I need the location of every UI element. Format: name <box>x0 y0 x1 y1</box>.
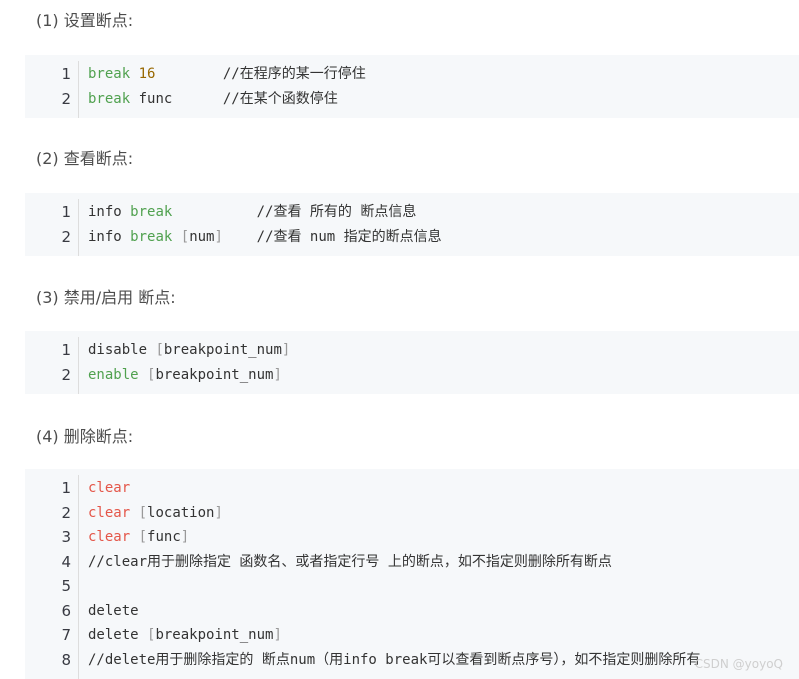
section-heading: (3) 禁用/启用 断点: <box>36 288 176 307</box>
code-token: delete <box>88 627 148 643</box>
code-text: clear [func] <box>88 525 189 549</box>
code-text: info break //查看 所有的 断点信息 <box>88 200 416 224</box>
code-text: info break [num] //查看 num 指定的断点信息 <box>88 225 442 249</box>
code-token: //delete用于删除指定的 断点num（用info break可以查看到断点… <box>88 651 701 668</box>
code-token: enable <box>88 366 139 383</box>
code-token: //查看 所有的 断点信息 <box>172 204 417 220</box>
code-token: disable <box>88 342 156 358</box>
code-token: breakpoint_num <box>163 342 282 358</box>
code-token: breakpoint_num <box>155 627 274 643</box>
line-number: 1 <box>61 479 71 497</box>
code-text: delete <box>88 599 139 623</box>
code-text: delete [breakpoint_num] <box>88 623 282 647</box>
line-number: 1 <box>61 341 71 359</box>
code-token: [ <box>138 504 148 521</box>
code-text: enable [breakpoint_num] <box>88 363 282 387</box>
code-token: ] <box>214 504 223 521</box>
line-number-gutter <box>78 475 79 679</box>
code-token: ] <box>273 366 282 383</box>
code-token: func <box>147 529 181 545</box>
code-text: clear [location] <box>88 501 223 525</box>
code-text: clear <box>88 476 130 500</box>
code-text: disable [breakpoint_num] <box>88 338 290 362</box>
code-token: [ <box>138 529 148 545</box>
line-number: 7 <box>61 626 71 644</box>
code-token: [ <box>180 228 190 245</box>
watermark: CSDN @yoyoQ <box>694 657 783 671</box>
code-block[interactable]: 1 disable [breakpoint_num] 2 enable [breakp… <box>25 331 799 394</box>
code-token: clear <box>88 529 131 545</box>
line-number: 2 <box>61 503 71 522</box>
line-number: 2 <box>61 365 71 384</box>
code-token: [ <box>155 342 164 358</box>
section-heading: (4) 删除断点: <box>36 427 134 446</box>
line-number: 1 <box>61 65 71 83</box>
line-number: 8 <box>61 650 71 669</box>
code-block[interactable]: 1 clear 2 clear [location] 3 clear [func] 4//c… <box>25 469 799 679</box>
line-number: 4 <box>61 552 71 571</box>
code-token: delete <box>88 602 139 619</box>
code-token: //查看 num 指定的断点信息 <box>222 228 442 245</box>
code-text: break func //在某个函数停住 <box>88 87 338 111</box>
code-token: ] <box>180 529 190 545</box>
code-token: break <box>130 204 173 220</box>
line-number: 2 <box>61 89 71 108</box>
code-token: ] <box>281 342 291 358</box>
code-token: //clear用于删除指定 函数名、或者指定行号 上的断点，如不指定则删除所有断… <box>88 553 612 570</box>
code-token: clear <box>88 504 131 521</box>
code-token: info <box>88 204 131 220</box>
section-heading: (2) 查看断点: <box>36 149 134 168</box>
code-token: break <box>88 66 131 82</box>
code-block[interactable]: 1 info break //查看 所有的 断点信息 2 info break [nu… <box>25 193 799 256</box>
line-number-gutter <box>78 199 79 256</box>
line-number: 3 <box>61 528 71 546</box>
code-text: //clear用于删除指定 函数名、或者指定行号 上的断点，如不指定则删除所有断… <box>88 550 612 574</box>
code-text: break 16 //在程序的某一行停住 <box>88 62 366 86</box>
code-token: location <box>147 504 215 521</box>
code-token: 16 <box>138 66 156 82</box>
code-token: ] <box>214 228 223 245</box>
code-text: //delete用于删除指定的 断点num（用info break可以查看到断点… <box>88 648 700 672</box>
code-block[interactable]: 1 break 16 //在程序的某一行停住 2 break func //在某个函数… <box>25 55 799 118</box>
code-token: //在程序的某一行停住 <box>155 66 366 82</box>
line-number-gutter <box>78 61 79 118</box>
code-token: break <box>88 90 131 107</box>
code-token: func //在某个函数停住 <box>130 90 338 107</box>
line-number: 1 <box>61 203 71 221</box>
line-number: 2 <box>61 227 71 246</box>
code-token: clear <box>88 480 131 496</box>
code-token: breakpoint_num <box>155 366 274 383</box>
line-number: 6 <box>61 601 71 620</box>
section-heading: (1) 设置断点: <box>36 11 134 30</box>
code-token: num <box>189 228 215 245</box>
line-number: 5 <box>61 577 71 595</box>
code-token: break <box>130 228 173 245</box>
line-number-gutter <box>78 337 79 394</box>
code-token: ] <box>273 627 282 643</box>
code-token: info <box>88 228 131 245</box>
